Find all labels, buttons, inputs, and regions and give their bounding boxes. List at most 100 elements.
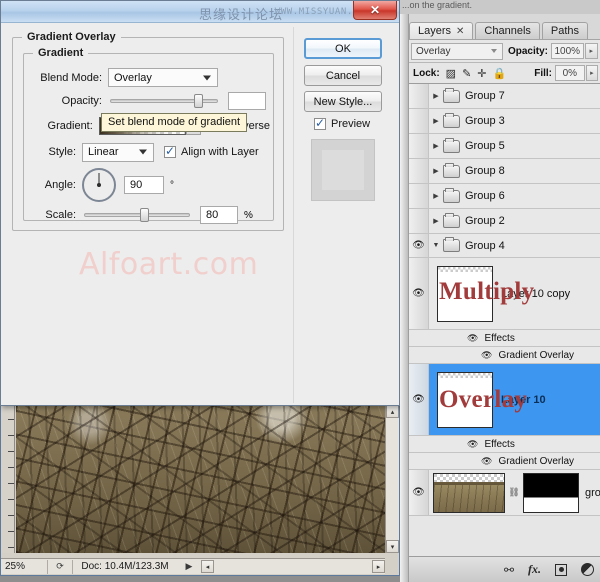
visibility-toggle[interactable]: 👁 [481,350,492,361]
scroll-down-button[interactable]: ▾ [386,540,399,553]
new-style-button[interactable]: New Style... [304,91,382,112]
lock-label: Lock: [413,68,440,79]
canvas-cracked-earth-image[interactable] [16,405,385,553]
style-select[interactable]: Linear [82,143,154,162]
fill-stepper[interactable]: ▸ [586,65,598,81]
visibility-toggle[interactable]: 👁 [481,456,492,467]
effects-row-layer-10-copy[interactable]: 👁 Effects [409,330,600,347]
lock-all-icon[interactable]: 🔒 [493,67,507,80]
scale-value-field[interactable]: 80 [200,206,238,224]
scale-label: Scale: [30,209,76,221]
tab-channels[interactable]: Channels [475,22,539,39]
align-with-layer-checkbox[interactable] [164,146,176,158]
disclosure-triangle-icon[interactable]: ▼ [429,242,443,249]
mask-icon[interactable] [555,564,567,576]
scale-percent-symbol: % [244,210,253,221]
layer-mask-thumbnail[interactable] [523,473,579,513]
panel-opacity-stepper[interactable]: ▸ [585,43,598,59]
opacity-slider[interactable] [108,92,220,110]
scale-slider[interactable] [82,206,192,224]
visibility-toggle[interactable]: 👁 [467,333,478,344]
layer-name: Group 8 [465,165,505,177]
disclosure-triangle-icon[interactable]: ▶ [429,217,443,225]
layer-row-group-7[interactable]: ▶ Group 7 [409,84,600,109]
disclosure-triangle-icon[interactable]: ▶ [429,117,443,125]
status-menu-arrow[interactable]: ▶ [177,561,201,572]
fx-icon[interactable]: fx. [528,562,541,577]
panel-blend-mode-select[interactable]: Overlay [411,43,503,60]
align-checkbox-wrap[interactable]: Align with Layer [164,146,259,158]
visibility-toggle[interactable]: 👁 [467,439,478,450]
folder-icon [443,140,460,153]
panel-opacity-label: Opacity: [508,46,548,57]
layer-row-group-8[interactable]: ▶ Group 8 [409,159,600,184]
layer-row-ground[interactable]: 👁 ⛓ groun... [409,470,600,516]
effect-gradient-overlay-layer-10-copy[interactable]: 👁 Gradient Overlay [409,347,600,364]
layer-row-layer-10-copy[interactable]: 👁 Layer 10 copy Multiply [409,258,600,330]
visibility-toggle[interactable]: 👁 [409,234,429,257]
lock-move-icon[interactable]: ✛ [477,67,486,80]
disclosure-triangle-icon[interactable]: ▶ [429,167,443,175]
layer-row-layer-10[interactable]: 👁 Layer 10 Overlay [409,364,600,436]
status-refresh-icon[interactable]: ⟳ [48,561,72,572]
fill-value[interactable]: 0% [555,65,585,81]
angle-dial[interactable] [82,168,116,202]
lock-transparency-icon[interactable]: ▨ [446,67,456,80]
adjustment-layer-icon[interactable] [581,563,594,576]
blend-mode-select[interactable]: Overlay [108,68,218,87]
panel-opacity-value[interactable]: 100% [551,43,584,59]
lock-paint-icon[interactable]: ✎ [462,67,471,80]
preview-checkbox[interactable] [314,118,326,130]
disclosure-triangle-icon[interactable]: ▶ [429,92,443,100]
layer-row-group-5[interactable]: ▶ Group 5 [409,134,600,159]
layer-list[interactable]: ▶ Group 7 ▶ Group 3 ▶ Group 5 [409,84,600,556]
link-icon[interactable]: ⛓ [509,485,519,501]
opacity-value-field[interactable] [228,92,266,110]
layer-thumbnail[interactable] [433,473,505,513]
layer-thumbnail[interactable] [437,372,493,428]
layer-row-group-2[interactable]: ▶ Group 2 [409,209,600,234]
effects-row-layer-10[interactable]: 👁 Effects [409,436,600,453]
visibility-toggle[interactable]: 👁 [409,470,429,515]
zoom-level[interactable]: 25% [1,561,47,572]
horizontal-scrollbar[interactable]: ◂ ▸ [201,558,385,574]
visibility-toggle[interactable]: 👁 [409,364,429,435]
close-icon[interactable]: ✕ [456,26,464,37]
visibility-toggle[interactable] [409,159,429,183]
scale-slider-thumb[interactable] [140,208,149,222]
scroll-right-button[interactable]: ▸ [372,560,385,573]
opacity-slider-thumb[interactable] [194,94,203,108]
effect-gradient-overlay-layer-10[interactable]: 👁 Gradient Overlay [409,453,600,470]
align-with-layer-label: Align with Layer [181,146,259,158]
tab-layers[interactable]: Layers ✕ [409,22,473,39]
angle-hub [97,183,101,187]
tab-layers-label: Layers [418,25,451,37]
tab-paths[interactable]: Paths [542,22,588,39]
visibility-toggle[interactable] [409,184,429,208]
ok-button[interactable]: OK [304,38,382,59]
vertical-scrollbar[interactable]: ▴ ▾ [385,405,399,553]
chevron-down-icon [203,75,211,80]
cancel-button[interactable]: Cancel [304,65,382,86]
layer-row-group-3[interactable]: ▶ Group 3 [409,109,600,134]
disclosure-triangle-icon[interactable]: ▶ [429,142,443,150]
disclosure-triangle-icon[interactable]: ▶ [429,192,443,200]
layer-thumbnail[interactable] [437,266,493,322]
scroll-left-button[interactable]: ◂ [201,560,214,573]
preview-checkbox-wrap[interactable]: Preview [314,118,370,130]
visibility-toggle[interactable] [409,84,429,108]
lock-icon-group: ▨ ✎ ✛ 🔒 [446,67,507,80]
scale-row: Scale: 80 % [30,206,270,224]
link-icon[interactable]: ⚯ [504,563,514,577]
layers-panel: ...on the gradient. Layers ✕ Channels Pa… [400,0,600,582]
angle-value-field[interactable]: 90 [124,176,164,194]
visibility-toggle[interactable] [409,134,429,158]
visibility-toggle[interactable] [409,209,429,233]
dialog-titlebar[interactable]: 思缘设计论坛 WWW.MISSYUAN.COM ✕ [1,1,399,23]
visibility-toggle[interactable] [409,109,429,133]
layer-row-group-6[interactable]: ▶ Group 6 [409,184,600,209]
layer-row-group-4[interactable]: 👁 ▼ Group 4 [409,234,600,258]
visibility-toggle[interactable]: 👁 [409,258,429,329]
close-window-button[interactable]: ✕ [353,1,397,20]
scroll-up-button[interactable]: ▴ [386,405,399,418]
